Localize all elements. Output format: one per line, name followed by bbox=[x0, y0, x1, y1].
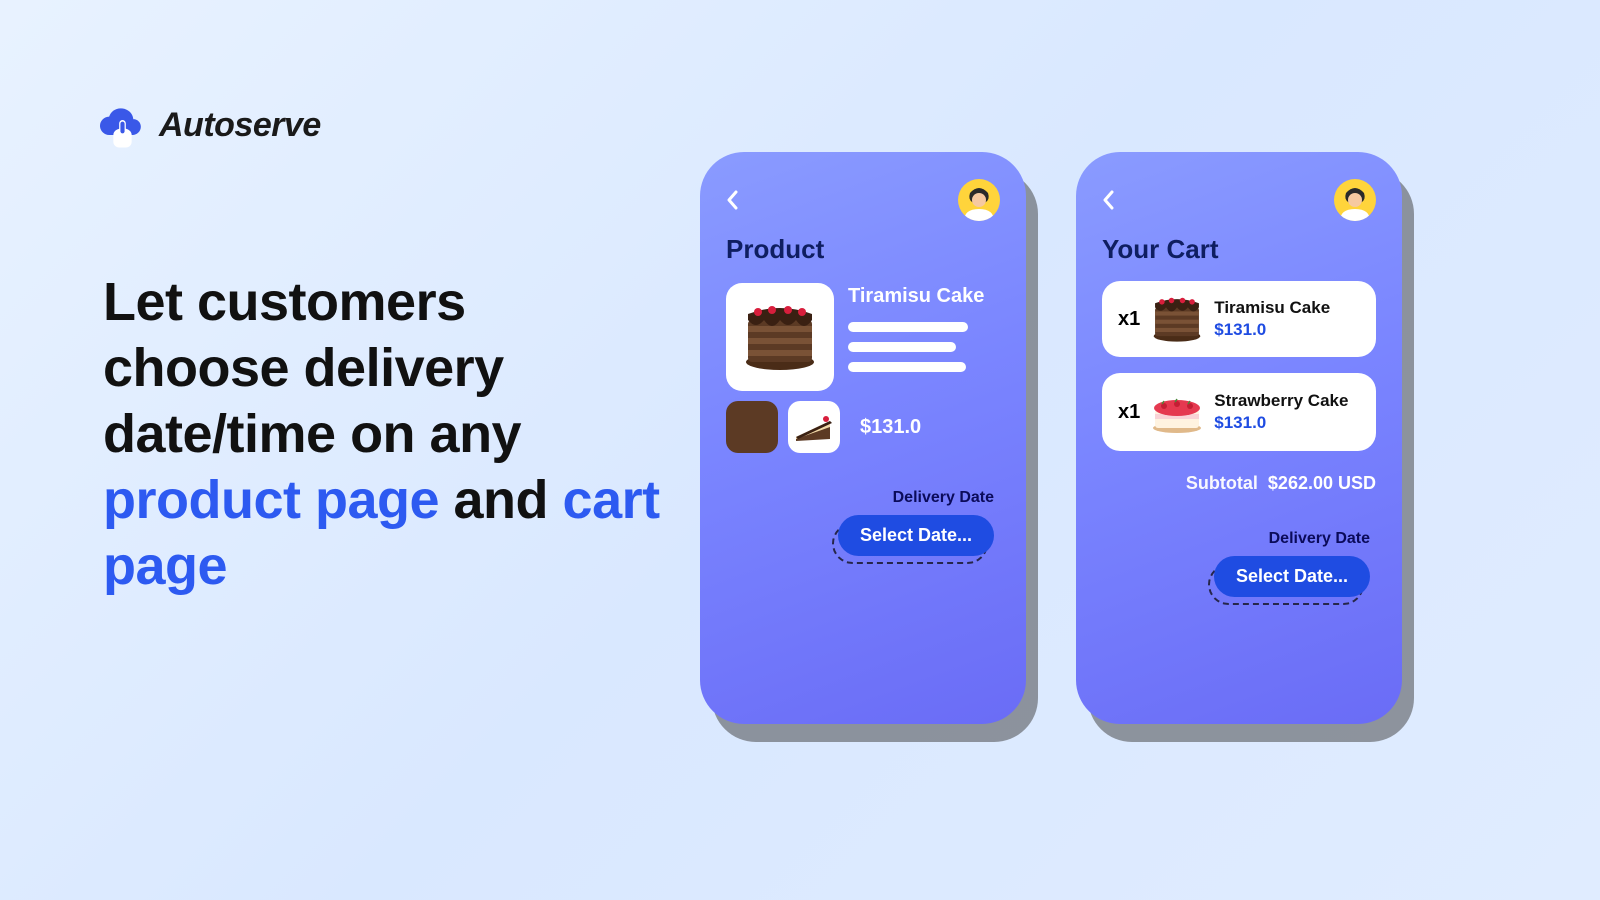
product-price: $131.0 bbox=[860, 416, 921, 439]
variant-swatch-slice[interactable] bbox=[788, 401, 840, 453]
select-date-button[interactable]: Select Date... bbox=[838, 515, 994, 556]
cart-item[interactable]: x1 Strawberry Cake bbox=[1102, 373, 1376, 451]
product-name: Tiramisu Cake bbox=[848, 285, 1000, 308]
delivery-date-label: Delivery Date bbox=[893, 489, 994, 507]
page-title: Your Cart bbox=[1102, 234, 1376, 265]
desc-placeholder-line bbox=[848, 342, 956, 352]
cart-item-qty: x1 bbox=[1118, 308, 1140, 331]
cart-page-mock: Your Cart x1 Tiramisu bbox=[1076, 152, 1402, 724]
cart-item[interactable]: x1 Tiramisu Cake $131.0 bbox=[1102, 281, 1376, 357]
cart-item-name: Tiramisu Cake bbox=[1214, 298, 1360, 318]
cart-item-price: $131.0 bbox=[1214, 320, 1360, 340]
cart-item-price: $131.0 bbox=[1214, 413, 1360, 433]
tiramisu-cake-icon bbox=[740, 302, 820, 372]
tiramisu-cake-icon bbox=[1148, 295, 1206, 343]
avatar[interactable] bbox=[1334, 179, 1376, 221]
subtotal-value: $262.00 USD bbox=[1268, 473, 1376, 494]
cloud-touch-icon bbox=[95, 100, 145, 150]
strawberry-cake-icon bbox=[1148, 387, 1206, 437]
cart-item-name: Strawberry Cake bbox=[1214, 391, 1360, 411]
marketing-headline: Let customers choose delivery date/time … bbox=[103, 270, 663, 599]
variant-swatch-chocolate[interactable] bbox=[726, 401, 778, 453]
brand-logo: Autoserve bbox=[95, 100, 321, 150]
page-title: Product bbox=[726, 234, 1000, 265]
subtotal-label: Subtotal bbox=[1186, 473, 1258, 494]
headline-accent-product: product page bbox=[103, 470, 439, 530]
product-image bbox=[726, 283, 834, 391]
cake-slice-icon bbox=[794, 411, 834, 443]
select-date-button[interactable]: Select Date... bbox=[1214, 556, 1370, 597]
delivery-date-label: Delivery Date bbox=[1269, 530, 1370, 548]
desc-placeholder-line bbox=[848, 322, 968, 332]
cart-item-qty: x1 bbox=[1118, 401, 1140, 424]
desc-placeholder-line bbox=[848, 362, 966, 372]
headline-connector: and bbox=[439, 470, 548, 530]
headline-part1: Let customers choose delivery date/time … bbox=[103, 272, 521, 464]
back-icon[interactable] bbox=[1102, 190, 1114, 210]
back-icon[interactable] bbox=[726, 190, 738, 210]
avatar[interactable] bbox=[958, 179, 1000, 221]
product-page-mock: Product bbox=[700, 152, 1026, 724]
brand-name: Autoserve bbox=[159, 106, 321, 145]
